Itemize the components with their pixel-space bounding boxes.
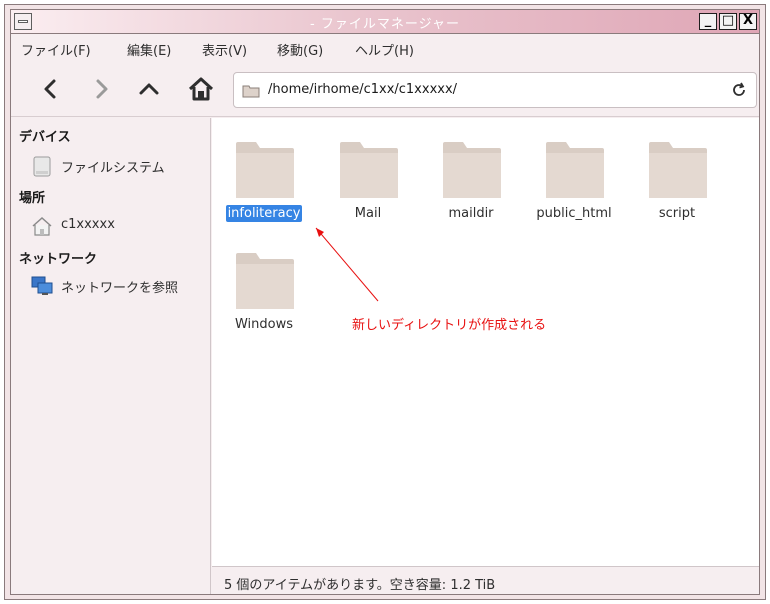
- title-bar[interactable]: - ファイルマネージャー _ □ X: [11, 10, 759, 34]
- file-item[interactable]: Windows: [214, 241, 314, 341]
- window-frame: - ファイルマネージャー _ □ X ファイル(F) 編集(E) 表示(V) 移…: [4, 4, 766, 600]
- file-item[interactable]: script: [627, 130, 727, 230]
- sidebar-item-label: c1xxxxx: [61, 217, 115, 232]
- toolbar: /home/irhome/c1xx/c1xxxxx/: [11, 61, 759, 117]
- folder-icon: [443, 142, 501, 198]
- status-bar: 5 個のアイテムがあります。空き容量: 1.2 TiB: [212, 566, 759, 594]
- file-name: infoliteracy: [225, 205, 303, 222]
- sidebar-heading-places: 場所: [19, 191, 46, 206]
- file-item[interactable]: maildir: [421, 130, 521, 230]
- folder-icon: [242, 85, 260, 98]
- sidebar-heading-devices: デバイス: [19, 130, 71, 145]
- sidebar-item-label: ファイルシステム: [61, 161, 165, 176]
- minimize-button[interactable]: _: [699, 13, 717, 30]
- close-button[interactable]: X: [739, 13, 757, 30]
- back-icon: [44, 79, 56, 99]
- sidebar-item-label: ネットワークを参照: [61, 281, 179, 296]
- home-icon: [188, 77, 214, 101]
- menu-file[interactable]: ファイル(F): [21, 40, 91, 59]
- back-button[interactable]: [35, 73, 67, 105]
- network-icon: [31, 276, 53, 295]
- home-folder-icon: [32, 216, 52, 236]
- home-button[interactable]: [185, 73, 217, 105]
- window-title: - ファイルマネージャー: [310, 17, 460, 32]
- up-icon: [139, 83, 159, 95]
- annotation-text: 新しいディレクトリが作成される: [352, 318, 547, 333]
- menu-edit[interactable]: 編集(E): [127, 40, 171, 59]
- menu-view[interactable]: 表示(V): [202, 40, 247, 59]
- file-item[interactable]: infoliteracy: [214, 130, 314, 230]
- up-button[interactable]: [133, 73, 165, 105]
- file-name: script: [658, 206, 696, 221]
- file-item[interactable]: Mail: [318, 130, 418, 230]
- sidebar-item-home[interactable]: c1xxxxx: [27, 213, 207, 237]
- drive-icon: [33, 156, 51, 177]
- location-bar[interactable]: /home/irhome/c1xx/c1xxxxx/: [233, 72, 757, 108]
- status-text: 5 個のアイテムがあります。空き容量: 1.2 TiB: [224, 578, 496, 593]
- menu-go[interactable]: 移動(G): [277, 40, 323, 59]
- folder-icon: [649, 142, 707, 198]
- sidebar-heading-network: ネットワーク: [19, 252, 98, 267]
- file-name: Windows: [234, 317, 294, 332]
- maximize-button[interactable]: □: [719, 13, 737, 30]
- sidebar-item-filesystem[interactable]: ファイルシステム: [27, 153, 207, 177]
- file-name: public_html: [536, 206, 612, 221]
- sidebar-item-network[interactable]: ネットワークを参照: [27, 273, 207, 297]
- menu-bar: ファイル(F) 編集(E) 表示(V) 移動(G) ヘルプ(H): [11, 35, 759, 61]
- folder-icon: [236, 142, 294, 198]
- folder-icon: [546, 142, 604, 198]
- folder-icon: [340, 142, 398, 198]
- file-view[interactable]: infoliteracy Mail maildir public_html sc…: [212, 118, 759, 566]
- location-path[interactable]: /home/irhome/c1xx/c1xxxxx/: [268, 82, 457, 97]
- file-item[interactable]: public_html: [524, 130, 624, 230]
- menu-help[interactable]: ヘルプ(H): [355, 40, 414, 59]
- window: - ファイルマネージャー _ □ X ファイル(F) 編集(E) 表示(V) 移…: [10, 9, 760, 595]
- forward-button[interactable]: [85, 73, 117, 105]
- forward-icon: [96, 79, 108, 99]
- file-name: maildir: [448, 206, 494, 221]
- file-name: Mail: [354, 206, 382, 221]
- folder-icon: [236, 253, 294, 309]
- sidebar: デバイス ファイルシステム 場所 c1xxxxx ネットワーク ネットワークを参…: [11, 118, 211, 594]
- reload-icon[interactable]: [730, 81, 748, 99]
